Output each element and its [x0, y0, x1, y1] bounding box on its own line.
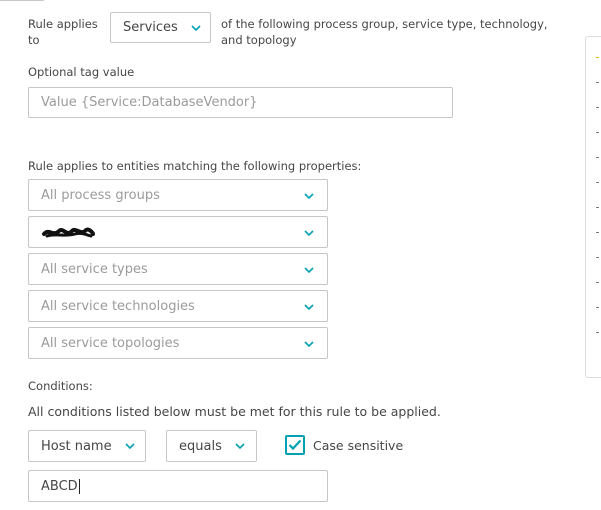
- chevron-down-icon: [190, 22, 202, 34]
- service-topologies-value: All service topologies: [41, 335, 180, 351]
- panel-tick: [596, 232, 599, 233]
- tag-label: Optional tag value: [28, 65, 135, 79]
- rule-applies-select[interactable]: Services: [110, 12, 211, 43]
- case-sensitive-checkbox[interactable]: [285, 435, 305, 455]
- service-topologies-dropdown[interactable]: All service topologies: [28, 327, 328, 359]
- process-groups-dropdown[interactable]: All process groups: [28, 179, 328, 211]
- condition-value-input[interactable]: ABCD: [28, 470, 328, 502]
- tag-value-input[interactable]: Value {Service:DatabaseVendor}: [28, 87, 453, 118]
- panel-tick: [596, 332, 599, 333]
- redacted-scribble: [41, 225, 95, 239]
- text-caret: [78, 478, 80, 494]
- side-panel-edge: [585, 36, 601, 378]
- panel-tick: [596, 307, 599, 308]
- condition-operator-select[interactable]: equals: [166, 430, 257, 462]
- condition-value-text: ABCD: [41, 478, 78, 494]
- process-groups-value: All process groups: [41, 187, 160, 203]
- panel-tick: [596, 132, 599, 133]
- case-sensitive-label: Case sensitive: [313, 438, 404, 453]
- chevron-down-icon: [303, 338, 315, 350]
- chevron-down-icon: [234, 440, 246, 452]
- chevron-down-icon: [303, 227, 315, 239]
- top-divider: [0, 0, 44, 1]
- rule-applies-label: Rule applies to: [28, 17, 98, 47]
- panel-tick: [596, 107, 599, 108]
- panel-tick: [596, 257, 599, 258]
- service-types-dropdown[interactable]: All service types: [28, 253, 328, 285]
- condition-attribute-select[interactable]: Host name: [28, 430, 146, 462]
- panel-marker: [596, 57, 599, 58]
- service-types-value: All service types: [41, 261, 148, 277]
- checkmark-icon: [288, 439, 302, 451]
- conditions-label: Conditions:: [28, 379, 93, 393]
- conditions-description: All conditions listed below must be met …: [28, 404, 441, 419]
- panel-tick: [596, 207, 599, 208]
- panel-tick: [596, 282, 599, 283]
- panel-tick: [596, 182, 599, 183]
- service-technologies-dropdown[interactable]: All service technologies: [28, 290, 328, 322]
- chevron-down-icon: [124, 440, 136, 452]
- panel-tick: [596, 157, 599, 158]
- service-technologies-value: All service technologies: [41, 298, 195, 314]
- chevron-down-icon: [303, 190, 315, 202]
- condition-attribute-value: Host name: [41, 438, 112, 454]
- rule-applies-suffix: of the following process group, service …: [221, 17, 548, 47]
- chevron-down-icon: [303, 301, 315, 313]
- rule-applies-value: Services: [123, 20, 178, 35]
- redacted-dropdown[interactable]: [28, 216, 328, 248]
- panel-tick: [596, 82, 599, 83]
- entities-label: Rule applies to entities matching the fo…: [28, 159, 362, 173]
- condition-operator-value: equals: [179, 438, 222, 454]
- tag-value-placeholder: Value {Service:DatabaseVendor}: [41, 95, 258, 110]
- chevron-down-icon: [303, 264, 315, 276]
